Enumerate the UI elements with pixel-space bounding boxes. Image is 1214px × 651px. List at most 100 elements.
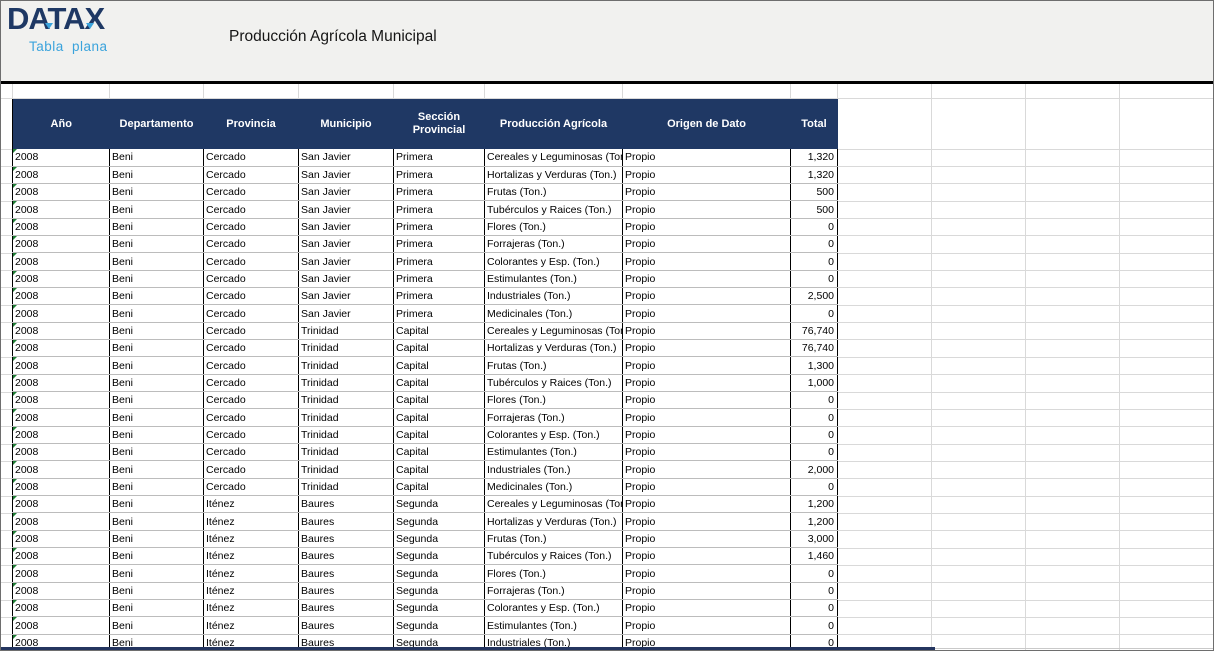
cell-provincia[interactable]: Cercado bbox=[204, 374, 299, 391]
cell-municipio[interactable]: Trinidad bbox=[299, 461, 394, 478]
cell-seccion-provincial[interactable]: Segunda bbox=[394, 513, 485, 530]
cell-provincia[interactable]: Cercado bbox=[204, 340, 299, 357]
cell-seccion-provincial[interactable]: Segunda bbox=[394, 582, 485, 599]
cell-seccion-provincial[interactable]: Capital bbox=[394, 409, 485, 426]
cell-seccion-provincial[interactable]: Primera bbox=[394, 236, 485, 253]
cell-produccion-agricola[interactable]: Hortalizas y Verduras (Ton.) bbox=[485, 166, 623, 183]
cell-seccion-provincial[interactable]: Segunda bbox=[394, 565, 485, 582]
cell-seccion-provincial[interactable]: Primera bbox=[394, 149, 485, 166]
cell-seccion-provincial[interactable]: Segunda bbox=[394, 496, 485, 513]
cell-municipio[interactable]: Baures bbox=[299, 496, 394, 513]
cell-departamento[interactable]: Beni bbox=[110, 496, 204, 513]
cell-produccion-agricola[interactable]: Colorantes y Esp. (Ton.) bbox=[485, 600, 623, 617]
column-header-origen-de-dato[interactable]: Origen de Dato bbox=[623, 99, 791, 149]
cell-municipio[interactable]: San Javier bbox=[299, 201, 394, 218]
cell-seccion-provincial[interactable]: Capital bbox=[394, 444, 485, 461]
cell-municipio[interactable]: San Javier bbox=[299, 288, 394, 305]
cell-anio[interactable]: 2008 bbox=[13, 548, 110, 565]
cell-departamento[interactable]: Beni bbox=[110, 409, 204, 426]
cell-seccion-provincial[interactable]: Capital bbox=[394, 392, 485, 409]
cell-municipio[interactable]: San Javier bbox=[299, 236, 394, 253]
cell-seccion-provincial[interactable]: Primera bbox=[394, 184, 485, 201]
cell-total[interactable]: 3,000 bbox=[791, 530, 838, 547]
cell-departamento[interactable]: Beni bbox=[110, 478, 204, 495]
cell-seccion-provincial[interactable]: Capital bbox=[394, 374, 485, 391]
cell-total[interactable]: 1,200 bbox=[791, 513, 838, 530]
cell-provincia[interactable]: Cercado bbox=[204, 357, 299, 374]
cell-provincia[interactable]: Iténez bbox=[204, 496, 299, 513]
cell-anio[interactable]: 2008 bbox=[13, 582, 110, 599]
cell-municipio[interactable]: San Javier bbox=[299, 253, 394, 270]
cell-municipio[interactable]: Trinidad bbox=[299, 322, 394, 339]
cell-seccion-provincial[interactable]: Primera bbox=[394, 288, 485, 305]
cell-origen-de-dato[interactable]: Propio bbox=[623, 357, 791, 374]
column-header-seccion-provincial[interactable]: Sección Provincial bbox=[394, 99, 485, 149]
cell-anio[interactable]: 2008 bbox=[13, 461, 110, 478]
cell-total[interactable]: 0 bbox=[791, 218, 838, 235]
cell-origen-de-dato[interactable]: Propio bbox=[623, 322, 791, 339]
cell-anio[interactable]: 2008 bbox=[13, 478, 110, 495]
cell-total[interactable]: 76,740 bbox=[791, 340, 838, 357]
cell-origen-de-dato[interactable]: Propio bbox=[623, 392, 791, 409]
column-header-produccion-agricola[interactable]: Producción Agrícola bbox=[485, 99, 623, 149]
cell-origen-de-dato[interactable]: Propio bbox=[623, 288, 791, 305]
cell-municipio[interactable]: Trinidad bbox=[299, 409, 394, 426]
cell-anio[interactable]: 2008 bbox=[13, 236, 110, 253]
cell-total[interactable]: 1,460 bbox=[791, 548, 838, 565]
cell-provincia[interactable]: Cercado bbox=[204, 184, 299, 201]
cell-departamento[interactable]: Beni bbox=[110, 322, 204, 339]
cell-produccion-agricola[interactable]: Frutas (Ton.) bbox=[485, 184, 623, 201]
cell-total[interactable]: 0 bbox=[791, 478, 838, 495]
cell-municipio[interactable]: Baures bbox=[299, 513, 394, 530]
cell-municipio[interactable]: Trinidad bbox=[299, 392, 394, 409]
cell-origen-de-dato[interactable]: Propio bbox=[623, 426, 791, 443]
cell-municipio[interactable]: Trinidad bbox=[299, 426, 394, 443]
cell-seccion-provincial[interactable]: Capital bbox=[394, 340, 485, 357]
cell-municipio[interactable]: Baures bbox=[299, 617, 394, 634]
cell-anio[interactable]: 2008 bbox=[13, 340, 110, 357]
cell-departamento[interactable]: Beni bbox=[110, 340, 204, 357]
cell-origen-de-dato[interactable]: Propio bbox=[623, 461, 791, 478]
cell-produccion-agricola[interactable]: Estimulantes (Ton.) bbox=[485, 270, 623, 287]
cell-provincia[interactable]: Cercado bbox=[204, 201, 299, 218]
cell-origen-de-dato[interactable]: Propio bbox=[623, 582, 791, 599]
cell-produccion-agricola[interactable]: Industriales (Ton.) bbox=[485, 288, 623, 305]
cell-departamento[interactable]: Beni bbox=[110, 426, 204, 443]
cell-departamento[interactable]: Beni bbox=[110, 548, 204, 565]
cell-produccion-agricola[interactable]: Industriales (Ton.) bbox=[485, 461, 623, 478]
cell-total[interactable]: 76,740 bbox=[791, 322, 838, 339]
cell-origen-de-dato[interactable]: Propio bbox=[623, 166, 791, 183]
cell-origen-de-dato[interactable]: Propio bbox=[623, 496, 791, 513]
cell-departamento[interactable]: Beni bbox=[110, 444, 204, 461]
cell-produccion-agricola[interactable]: Tubérculos y Raices (Ton.) bbox=[485, 548, 623, 565]
cell-total[interactable]: 0 bbox=[791, 409, 838, 426]
cell-municipio[interactable]: Trinidad bbox=[299, 340, 394, 357]
cell-origen-de-dato[interactable]: Propio bbox=[623, 565, 791, 582]
cell-total[interactable]: 0 bbox=[791, 444, 838, 461]
cell-provincia[interactable]: Cercado bbox=[204, 149, 299, 166]
cell-departamento[interactable]: Beni bbox=[110, 582, 204, 599]
cell-origen-de-dato[interactable]: Propio bbox=[623, 548, 791, 565]
cell-provincia[interactable]: Iténez bbox=[204, 565, 299, 582]
cell-municipio[interactable]: San Javier bbox=[299, 184, 394, 201]
cell-anio[interactable]: 2008 bbox=[13, 218, 110, 235]
cell-seccion-provincial[interactable]: Primera bbox=[394, 270, 485, 287]
cell-anio[interactable]: 2008 bbox=[13, 253, 110, 270]
cell-municipio[interactable]: San Javier bbox=[299, 218, 394, 235]
cell-anio[interactable]: 2008 bbox=[13, 409, 110, 426]
cell-produccion-agricola[interactable]: Colorantes y Esp. (Ton.) bbox=[485, 253, 623, 270]
cell-seccion-provincial[interactable]: Segunda bbox=[394, 530, 485, 547]
cell-departamento[interactable]: Beni bbox=[110, 392, 204, 409]
cell-provincia[interactable]: Cercado bbox=[204, 461, 299, 478]
cell-produccion-agricola[interactable]: Cereales y Leguminosas (Ton.) bbox=[485, 149, 623, 166]
cell-provincia[interactable]: Iténez bbox=[204, 513, 299, 530]
cell-provincia[interactable]: Iténez bbox=[204, 600, 299, 617]
cell-origen-de-dato[interactable]: Propio bbox=[623, 478, 791, 495]
cell-origen-de-dato[interactable]: Propio bbox=[623, 513, 791, 530]
cell-seccion-provincial[interactable]: Primera bbox=[394, 166, 485, 183]
cell-origen-de-dato[interactable]: Propio bbox=[623, 201, 791, 218]
cell-municipio[interactable]: Trinidad bbox=[299, 374, 394, 391]
cell-seccion-provincial[interactable]: Primera bbox=[394, 253, 485, 270]
cell-departamento[interactable]: Beni bbox=[110, 530, 204, 547]
cell-anio[interactable]: 2008 bbox=[13, 149, 110, 166]
